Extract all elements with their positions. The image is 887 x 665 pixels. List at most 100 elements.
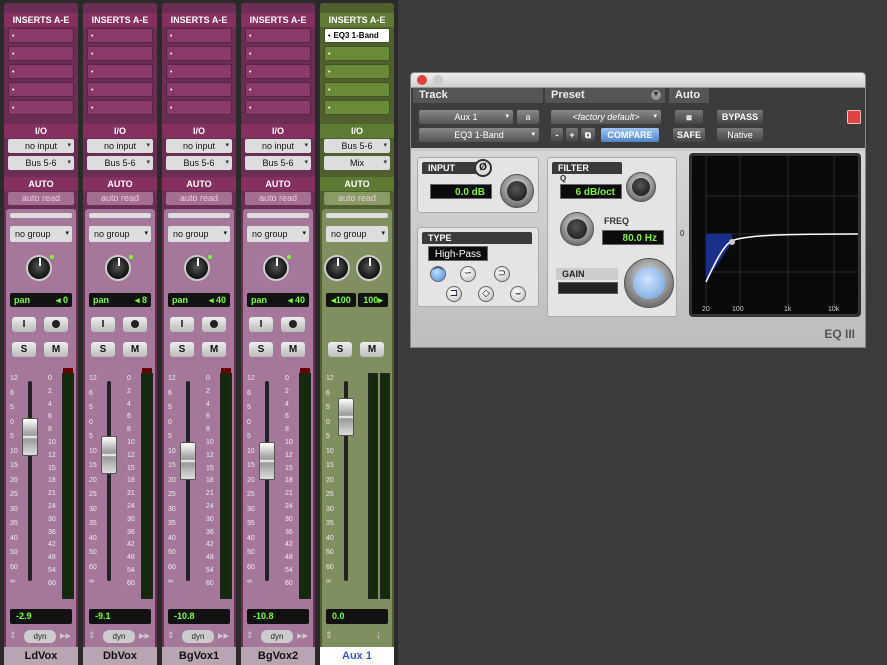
mute-button[interactable]: M bbox=[360, 342, 384, 357]
track-selector[interactable]: Aux 1 ▾ bbox=[419, 110, 513, 124]
output-selector[interactable]: Bus 5-6 ▾ bbox=[166, 156, 232, 170]
pan-display[interactable]: pan ◂ 40 bbox=[247, 293, 309, 307]
group-selector[interactable]: no group ▾ bbox=[168, 226, 230, 242]
automation-mode[interactable]: auto read bbox=[166, 192, 232, 205]
input-gain-display[interactable]: 0.0 dB bbox=[430, 184, 492, 199]
pan-knob[interactable] bbox=[263, 255, 291, 281]
solo-button[interactable]: S bbox=[170, 342, 194, 357]
input-monitor-button[interactable]: I bbox=[91, 317, 115, 332]
track-name[interactable]: BgVox2 bbox=[241, 647, 315, 665]
plugin-titlebar[interactable] bbox=[411, 73, 865, 88]
input-selector[interactable]: no input ▾ bbox=[245, 139, 311, 153]
automation-mode[interactable]: auto read bbox=[245, 192, 311, 205]
insert-slot[interactable]: • bbox=[8, 46, 74, 61]
eq-graph[interactable]: 0 20 100 1k 10k bbox=[680, 153, 861, 317]
solo-button[interactable]: S bbox=[12, 342, 36, 357]
input-selector[interactable]: no input ▾ bbox=[166, 139, 232, 153]
freq-display[interactable]: 80.0 Hz bbox=[602, 230, 664, 245]
group-selector[interactable]: no group ▾ bbox=[10, 226, 72, 242]
pan-display[interactable]: pan ◂ 8 bbox=[89, 293, 151, 307]
track-name[interactable]: BgVox1 bbox=[162, 647, 236, 665]
volume-fader[interactable] bbox=[22, 418, 38, 456]
mute-button[interactable]: M bbox=[123, 342, 147, 357]
low-shelf-icon[interactable]: ∽ bbox=[460, 266, 476, 282]
pan-knob[interactable] bbox=[324, 255, 350, 281]
minimize-button[interactable] bbox=[433, 75, 443, 85]
insert-slot[interactable]: • bbox=[245, 100, 311, 115]
pan-display[interactable]: pan ◂ 0 bbox=[10, 293, 72, 307]
gain-knob[interactable] bbox=[624, 258, 674, 308]
track-name[interactable]: Aux 1 bbox=[320, 647, 394, 665]
volume-fader[interactable] bbox=[338, 398, 354, 436]
pan-knob[interactable] bbox=[184, 255, 212, 281]
notch-icon[interactable]: ◇ bbox=[478, 286, 494, 302]
track-name[interactable]: LdVox bbox=[4, 647, 78, 665]
automation-mode[interactable]: auto read bbox=[8, 192, 74, 205]
pan-left-display[interactable]: ◂100 bbox=[326, 293, 356, 307]
low-pass-icon[interactable]: ⌣ bbox=[510, 286, 526, 302]
pan-knob[interactable] bbox=[356, 255, 382, 281]
pan-right-display[interactable]: 100▸ bbox=[358, 293, 388, 307]
insert-slot[interactable]: • bbox=[8, 28, 74, 43]
automation-mode[interactable]: auto read bbox=[324, 192, 390, 205]
track-chip[interactable]: a bbox=[517, 110, 539, 124]
phase-invert-button[interactable]: Ø bbox=[474, 159, 492, 177]
filter-handle[interactable] bbox=[729, 239, 735, 245]
input-knob[interactable] bbox=[500, 174, 534, 208]
input-selector[interactable]: Bus 5-6 ▾ bbox=[324, 139, 390, 153]
mute-button[interactable]: M bbox=[281, 342, 305, 357]
pan-knob[interactable] bbox=[105, 255, 133, 281]
solo-button[interactable]: S bbox=[249, 342, 273, 357]
volume-fader[interactable] bbox=[101, 436, 117, 474]
insert-slot[interactable]: • bbox=[8, 100, 74, 115]
group-selector[interactable]: no group ▾ bbox=[326, 226, 388, 242]
output-selector[interactable]: Bus 5-6 ▾ bbox=[87, 156, 153, 170]
volume-display[interactable]: -10.8 bbox=[168, 609, 230, 624]
fader-arrows-icon[interactable]: ⇕ bbox=[88, 630, 96, 641]
insert-slot[interactable]: • bbox=[166, 82, 232, 97]
volume-display[interactable]: -2.9 bbox=[10, 609, 72, 624]
dyn-button[interactable]: dyn bbox=[24, 630, 56, 643]
track-name[interactable]: DbVox bbox=[83, 647, 157, 665]
dyn-button[interactable]: dyn bbox=[261, 630, 293, 643]
record-enable-button[interactable] bbox=[123, 317, 147, 332]
group-selector[interactable]: no group ▾ bbox=[89, 226, 151, 242]
record-enable-button[interactable] bbox=[44, 317, 68, 332]
type-display[interactable]: High-Pass bbox=[428, 246, 488, 261]
insert-slot[interactable]: • bbox=[245, 28, 311, 43]
dyn-button[interactable]: dyn bbox=[103, 630, 135, 643]
input-monitor-button[interactable]: I bbox=[12, 317, 36, 332]
close-button[interactable] bbox=[417, 75, 427, 85]
insert-slot[interactable]: • bbox=[324, 46, 390, 61]
q-knob[interactable] bbox=[626, 172, 656, 202]
volume-fader[interactable] bbox=[180, 442, 196, 480]
insert-selector[interactable]: EQ3 1-Band ▾ bbox=[419, 128, 539, 142]
window-icon[interactable]: ⧈ bbox=[675, 110, 703, 124]
solo-button[interactable]: S bbox=[91, 342, 115, 357]
preset-selector[interactable]: <factory default> ▾ bbox=[551, 110, 661, 124]
high-pass-icon[interactable]: ⌒ bbox=[430, 266, 446, 282]
insert-slot[interactable]: • bbox=[324, 82, 390, 97]
insert-slot[interactable]: • bbox=[245, 64, 311, 79]
fast-forward-icon[interactable]: ▸▸ bbox=[218, 629, 229, 642]
output-selector[interactable]: Bus 5-6 ▾ bbox=[245, 156, 311, 170]
safe-button[interactable]: SAFE bbox=[673, 128, 705, 142]
insert-slot[interactable]: • bbox=[8, 64, 74, 79]
fast-forward-icon[interactable]: ▸▸ bbox=[139, 629, 150, 642]
fast-forward-icon[interactable]: ▸▸ bbox=[60, 629, 71, 642]
preset-prev-button[interactable]: - bbox=[551, 128, 563, 142]
input-selector[interactable]: no input ▾ bbox=[87, 139, 153, 153]
insert-slot[interactable]: • EQ3 1-Band bbox=[324, 28, 390, 43]
insert-slot[interactable]: • bbox=[166, 28, 232, 43]
copy-icon[interactable]: ⧉ bbox=[581, 128, 595, 142]
insert-slot[interactable]: • bbox=[87, 82, 153, 97]
insert-slot[interactable]: • bbox=[87, 64, 153, 79]
record-enable-button[interactable] bbox=[202, 317, 226, 332]
solo-button[interactable]: S bbox=[328, 342, 352, 357]
fader-arrows-icon[interactable]: ⇕ bbox=[167, 630, 175, 641]
high-shelf-icon[interactable]: ⊃ bbox=[494, 266, 510, 282]
input-monitor-button[interactable]: I bbox=[170, 317, 194, 332]
volume-display[interactable]: -9.1 bbox=[89, 609, 151, 624]
insert-slot[interactable]: • bbox=[166, 100, 232, 115]
fader-arrows-icon[interactable]: ⇕ bbox=[9, 630, 17, 641]
